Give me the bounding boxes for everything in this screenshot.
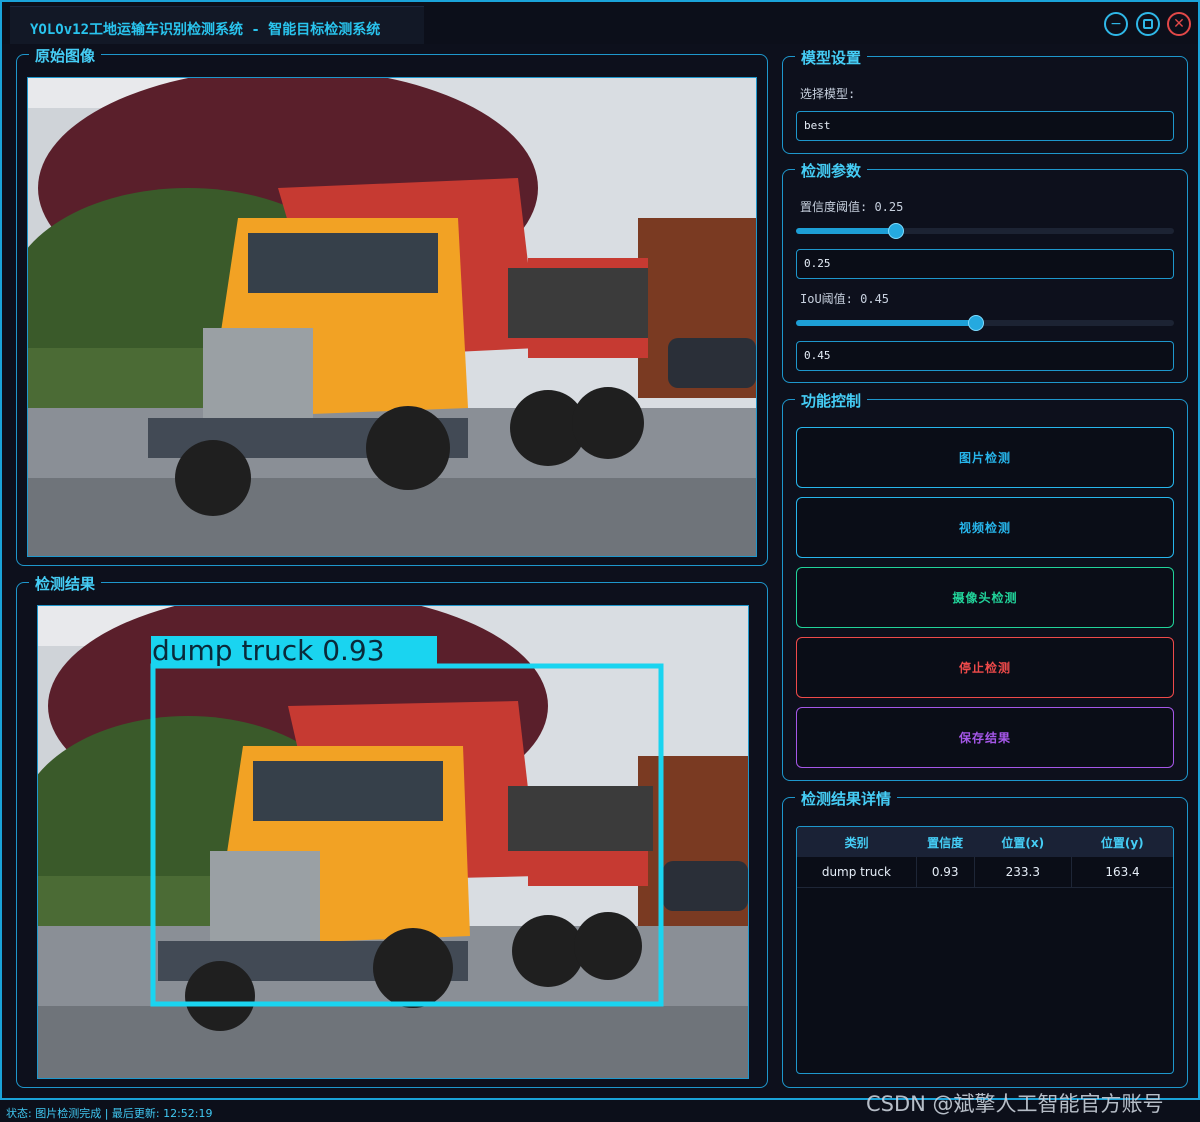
app-window: YOLOv12工地运输车识别检测系统 - 智能目标检测系统 − ✕ 原始图像 检… bbox=[0, 0, 1200, 1100]
table-header-row: 类别 置信度 位置(x) 位置(y) bbox=[797, 827, 1173, 857]
cell-confidence: 0.93 bbox=[916, 857, 975, 888]
watermark: CSDN @斌擎人工智能官方账号 bbox=[866, 1092, 1164, 1116]
detect-params-title: 检测参数 bbox=[795, 160, 868, 181]
title-tab: YOLOv12工地运输车识别检测系统 - 智能目标检测系统 bbox=[10, 6, 424, 44]
column-header-class[interactable]: 类别 bbox=[797, 827, 917, 857]
save-result-button[interactable]: 保存结果 bbox=[796, 707, 1174, 768]
iou-input[interactable]: 0.45 bbox=[796, 341, 1174, 371]
confidence-slider-fill bbox=[796, 228, 896, 234]
image-detect-button[interactable]: 图片检测 bbox=[796, 427, 1174, 488]
model-select-label: 选择模型: bbox=[800, 87, 856, 101]
iou-slider-fill bbox=[796, 320, 976, 326]
original-image-title: 原始图像 bbox=[29, 45, 102, 66]
iou-slider-handle[interactable] bbox=[968, 315, 984, 331]
result-image-panel: 检测结果 dump truck 0.93 bbox=[16, 573, 768, 1088]
original-image bbox=[27, 77, 757, 557]
confidence-input[interactable]: 0.25 bbox=[796, 249, 1174, 279]
dump-truck-photo-result bbox=[38, 606, 748, 1078]
camera-detect-button[interactable]: 摄像头检测 bbox=[796, 567, 1174, 628]
results-details-title: 检测结果详情 bbox=[795, 788, 898, 809]
window-title: YOLOv12工地运输车识别检测系统 - 智能目标检测系统 bbox=[30, 22, 381, 38]
result-image-title: 检测结果 bbox=[29, 573, 102, 594]
close-icon: ✕ bbox=[1173, 16, 1185, 32]
maximize-icon bbox=[1143, 19, 1153, 29]
confidence-slider-handle[interactable] bbox=[888, 223, 904, 239]
maximize-button[interactable] bbox=[1136, 12, 1160, 36]
iou-label: IoU阈值: 0.45 bbox=[800, 292, 890, 306]
column-header-confidence[interactable]: 置信度 bbox=[916, 827, 975, 857]
cell-class: dump truck bbox=[797, 857, 917, 888]
confidence-label: 置信度阈值: 0.25 bbox=[800, 200, 904, 214]
minimize-button[interactable]: − bbox=[1104, 12, 1128, 36]
close-button[interactable]: ✕ bbox=[1167, 12, 1191, 36]
status-text: 状态: 图片检测完成 | 最后更新: 12:52:19 bbox=[6, 1107, 213, 1120]
stop-detect-button[interactable]: 停止检测 bbox=[796, 637, 1174, 698]
model-select[interactable]: best bbox=[796, 111, 1174, 141]
cell-y: 163.4 bbox=[1071, 857, 1173, 888]
result-image: dump truck 0.93 bbox=[37, 605, 749, 1079]
model-settings-title: 模型设置 bbox=[795, 47, 868, 68]
title-bar: YOLOv12工地运输车识别检测系统 - 智能目标检测系统 − ✕ bbox=[2, 2, 1198, 44]
original-image-panel: 原始图像 bbox=[16, 45, 768, 566]
minimize-icon: − bbox=[1110, 16, 1122, 32]
column-header-y[interactable]: 位置(y) bbox=[1071, 827, 1173, 857]
video-detect-button[interactable]: 视频检测 bbox=[796, 497, 1174, 558]
confidence-slider[interactable] bbox=[796, 223, 1174, 239]
controls-title: 功能控制 bbox=[795, 390, 868, 411]
iou-slider[interactable] bbox=[796, 315, 1174, 331]
column-header-x[interactable]: 位置(x) bbox=[974, 827, 1072, 857]
results-table: 类别 置信度 位置(x) 位置(y) dump truck 0.93 233.3… bbox=[796, 826, 1174, 1074]
cell-x: 233.3 bbox=[974, 857, 1073, 888]
table-row[interactable]: dump truck 0.93 233.3 163.4 bbox=[797, 857, 1173, 888]
dump-truck-photo-original bbox=[28, 78, 756, 556]
detection-label: dump truck 0.93 bbox=[152, 634, 385, 667]
